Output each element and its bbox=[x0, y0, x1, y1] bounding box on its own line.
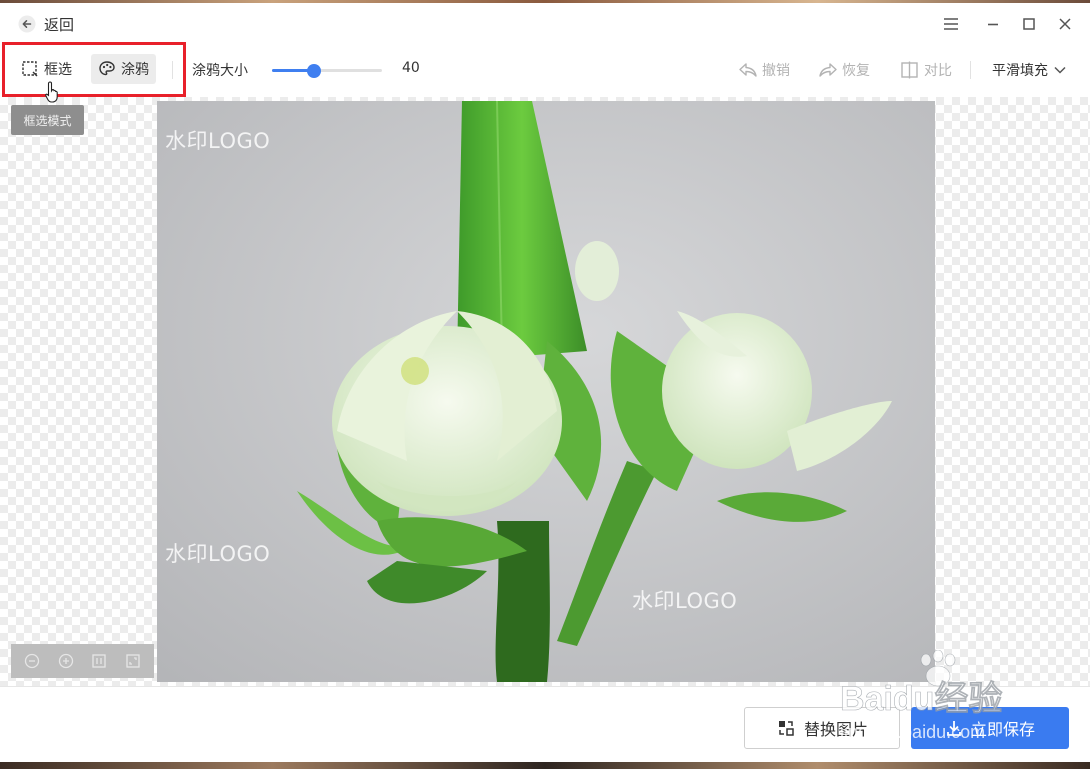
hand-cursor-icon bbox=[45, 81, 58, 103]
undo-icon bbox=[739, 63, 757, 77]
toolbar-divider bbox=[172, 61, 173, 79]
back-label: 返回 bbox=[44, 15, 75, 34]
fill-mode-label: 平滑填充 bbox=[992, 63, 1048, 79]
title-bar: 返回 bbox=[0, 3, 1090, 45]
lotus-photo[interactable]: 水印LOGO 水印LOGO 水印LOGO bbox=[157, 101, 935, 682]
watermark-text: 水印LOGO bbox=[165, 129, 271, 153]
compare-button[interactable]: 对比 bbox=[900, 60, 952, 80]
save-now-button[interactable]: 立即保存 bbox=[911, 707, 1069, 749]
zoom-out-button[interactable] bbox=[23, 652, 41, 670]
close-button[interactable] bbox=[1052, 11, 1078, 37]
replace-icon bbox=[778, 721, 794, 736]
brush-size-label: 涂鸦大小 bbox=[192, 63, 248, 79]
chevron-down-icon bbox=[1054, 66, 1066, 74]
watermark-text: 水印LOGO bbox=[632, 589, 738, 613]
palette-icon bbox=[99, 61, 115, 76]
zoom-controls bbox=[11, 644, 154, 678]
zoom-in-button[interactable] bbox=[57, 652, 75, 670]
fit-button[interactable] bbox=[90, 652, 108, 670]
brush-size-slider[interactable] bbox=[272, 64, 382, 78]
toolbar-divider bbox=[970, 61, 971, 79]
fullscreen-button[interactable] bbox=[124, 652, 142, 670]
lotus-image bbox=[157, 101, 935, 682]
compare-icon bbox=[901, 61, 918, 79]
box-select-icon bbox=[22, 61, 38, 77]
box-select-label: 框选 bbox=[44, 62, 72, 78]
redo-button[interactable]: 恢复 bbox=[818, 60, 870, 80]
back-button[interactable]: 返回 bbox=[18, 13, 74, 35]
back-arrow-icon bbox=[18, 15, 36, 33]
save-now-label: 立即保存 bbox=[970, 720, 1035, 739]
fullscreen-icon bbox=[126, 654, 140, 668]
bottom-border-strip bbox=[0, 762, 1090, 769]
minimize-button[interactable] bbox=[980, 11, 1006, 37]
menu-icon bbox=[944, 18, 958, 30]
maximize-button[interactable] bbox=[1016, 11, 1042, 37]
undo-button[interactable]: 撤销 bbox=[738, 60, 790, 80]
edit-toolbar: 框选 涂鸦 涂鸦大小 40 撤销 恢复 对比 平滑填充 bbox=[0, 46, 1090, 96]
replace-image-button[interactable]: 替换图片 bbox=[744, 707, 900, 749]
brush-size-value: 40 bbox=[402, 60, 420, 76]
replace-image-label: 替换图片 bbox=[803, 720, 868, 739]
box-select-tooltip: 框选模式 bbox=[11, 105, 84, 135]
zoom-in-icon bbox=[58, 653, 73, 669]
bottom-action-bar: 替换图片 立即保存 bbox=[0, 686, 1090, 763]
undo-label: 撤销 bbox=[762, 63, 790, 79]
redo-label: 恢复 bbox=[842, 63, 870, 79]
compare-label: 对比 bbox=[924, 63, 952, 79]
fit-icon bbox=[92, 654, 107, 668]
close-icon bbox=[1059, 18, 1071, 30]
slider-knob[interactable] bbox=[306, 64, 321, 78]
fill-mode-select[interactable]: 平滑填充 bbox=[992, 60, 1066, 80]
menu-button[interactable] bbox=[938, 11, 964, 37]
maximize-icon bbox=[1023, 18, 1035, 30]
watermark-text: 水印LOGO bbox=[165, 542, 271, 566]
zoom-out-icon bbox=[24, 653, 40, 669]
redo-icon bbox=[819, 63, 837, 77]
minimize-icon bbox=[988, 23, 998, 26]
doodle-label: 涂鸦 bbox=[121, 62, 149, 78]
doodle-tool[interactable]: 涂鸦 bbox=[91, 54, 156, 84]
download-icon bbox=[947, 721, 961, 736]
image-canvas[interactable]: 水印LOGO 水印LOGO 水印LOGO bbox=[0, 97, 1090, 686]
